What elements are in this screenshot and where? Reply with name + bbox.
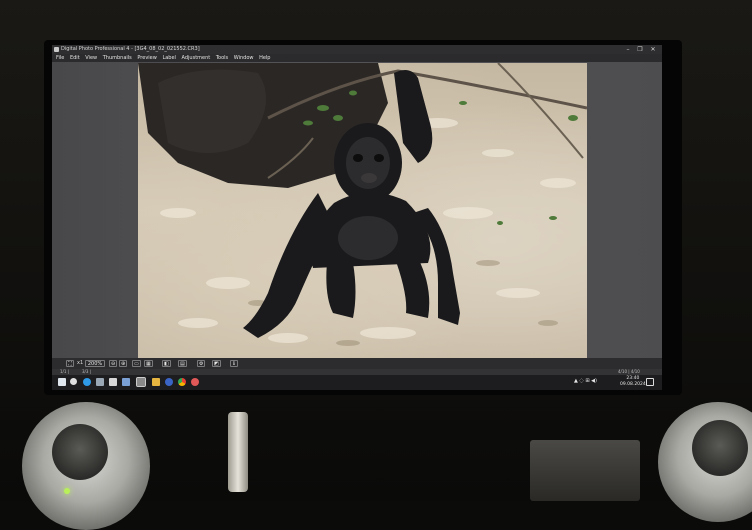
settings-icon[interactable]: ⚙: [197, 360, 206, 367]
zoom-in-icon[interactable]: ⊕: [119, 360, 128, 367]
preview-area: [52, 62, 662, 358]
bottle: [228, 412, 248, 492]
edge-icon[interactable]: [83, 378, 91, 386]
window-title: Digital Photo Professional 4 - [3G4_08_0…: [61, 46, 200, 52]
menu-view[interactable]: View: [85, 55, 97, 61]
menu-preview[interactable]: Preview: [137, 55, 156, 61]
info-icon[interactable]: ℹ: [230, 360, 238, 367]
zoom-select[interactable]: 200%: [85, 360, 105, 367]
desk-box: [530, 440, 640, 501]
tray-icons[interactable]: ▲ ◌ ⊞ ◀): [574, 378, 597, 384]
gorilla-photo: [138, 63, 587, 346]
search-icon[interactable]: [70, 378, 77, 385]
screen: Digital Photo Professional 4 - [3G4_08_0…: [52, 45, 662, 390]
notification-icon[interactable]: [646, 378, 654, 386]
grid-icon[interactable]: ▦: [144, 360, 153, 367]
clock-date: 09.08.2024: [620, 382, 646, 387]
folder-icon[interactable]: [152, 378, 160, 386]
close-icon[interactable]: ✕: [647, 45, 659, 54]
photo-icon[interactable]: [191, 378, 199, 386]
zoom-prefix: x1: [77, 360, 84, 366]
windows-icon[interactable]: [58, 378, 66, 386]
minimize-icon[interactable]: –: [622, 45, 634, 54]
compare-icon[interactable]: ◧: [162, 360, 171, 367]
fit-icon[interactable]: ⛶: [66, 360, 74, 367]
menu-tools[interactable]: Tools: [216, 55, 228, 61]
menu-adjustment[interactable]: Adjustment: [182, 55, 211, 61]
canon-icon[interactable]: [136, 377, 146, 387]
preview-image[interactable]: [138, 63, 587, 358]
left-speaker: [22, 402, 150, 530]
crop-icon[interactable]: ▭: [132, 360, 141, 367]
menu-edit[interactable]: Edit: [70, 55, 80, 61]
app-icon[interactable]: [122, 378, 130, 386]
photo-edit-icon[interactable]: ◩: [212, 360, 221, 367]
menu-file[interactable]: File: [56, 55, 64, 61]
edit-toolbar: ⛶ x1 200% ⊖ ⊕ ▭ ▦ ◧ ▤ ⚙ ◩ ℹ: [52, 358, 662, 369]
explorer-icon[interactable]: [109, 378, 117, 386]
app-logo-icon: [54, 47, 59, 52]
menu-bar: File Edit View Thumbnails Preview Label …: [52, 54, 662, 62]
title-bar: Digital Photo Professional 4 - [3G4_08_0…: [52, 45, 662, 54]
display-icon[interactable]: ▤: [178, 360, 187, 367]
menu-help[interactable]: Help: [259, 55, 270, 61]
restore-icon[interactable]: ❐: [634, 45, 646, 54]
menu-thumbnails[interactable]: Thumbnails: [103, 55, 132, 61]
speaker-power-led: [64, 488, 70, 494]
chrome-icon[interactable]: [178, 378, 186, 386]
windows-taskbar: ▲ ◌ ⊞ ◀) 23:40 09.08.2024: [52, 375, 662, 390]
clock[interactable]: 23:40 09.08.2024: [620, 376, 646, 388]
taskview-icon[interactable]: [96, 378, 104, 386]
photos-icon[interactable]: [165, 378, 173, 386]
menu-label[interactable]: Label: [162, 55, 176, 61]
zoom-out-icon[interactable]: ⊖: [109, 360, 118, 367]
menu-window[interactable]: Window: [234, 55, 254, 61]
